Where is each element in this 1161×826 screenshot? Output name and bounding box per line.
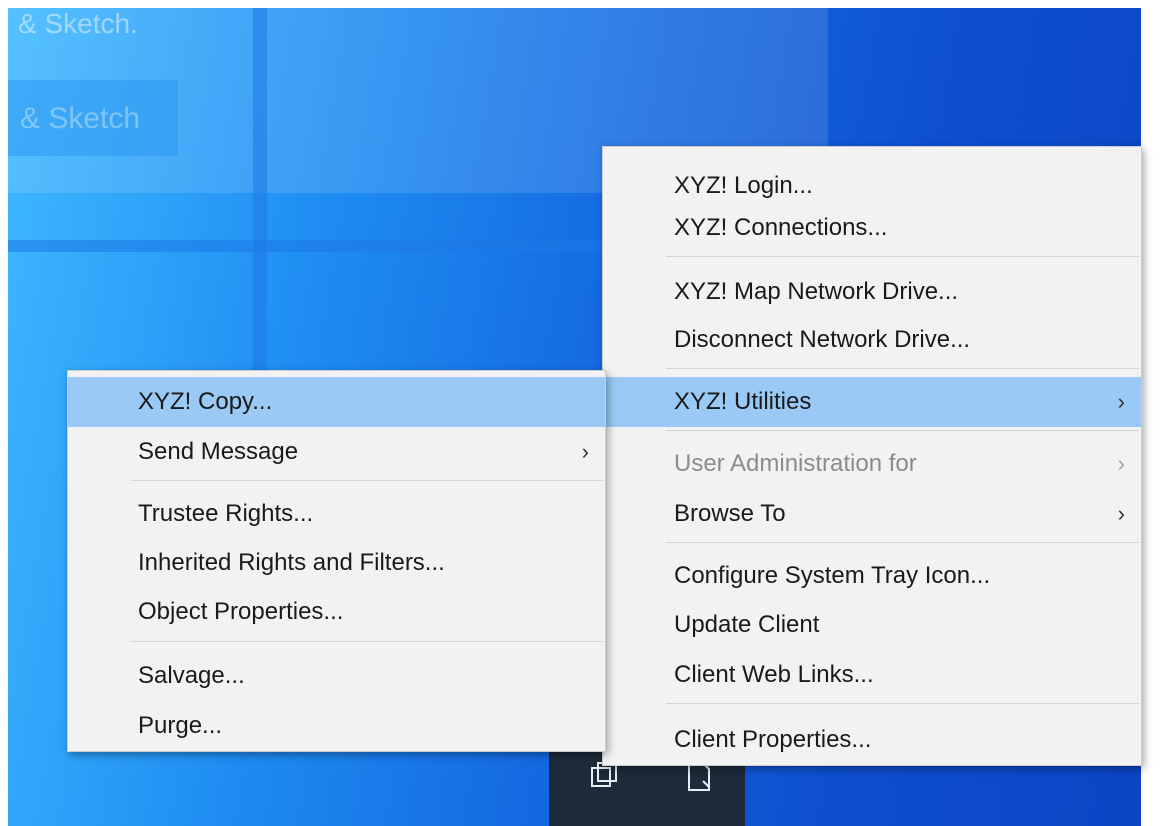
menu-item-label: Purge... — [138, 712, 223, 739]
context-submenu-utilities: XYZ! Copy... Send Message › Trustee Righ… — [67, 370, 606, 752]
menu-item-trustee-rights[interactable]: Trustee Rights... — [68, 489, 605, 539]
menu-item-label: Object Properties... — [138, 598, 344, 625]
menu-item-update-client[interactable]: Update Client — [603, 600, 1141, 650]
menu-item-label: Client Web Links... — [674, 661, 874, 688]
background-text: & Sketch. — [18, 8, 138, 39]
chevron-right-icon: › — [581, 439, 589, 464]
menu-separator — [666, 430, 1139, 431]
chevron-right-icon: › — [1117, 451, 1125, 476]
chevron-right-icon: › — [1117, 501, 1125, 526]
menu-item-label: Salvage... — [138, 662, 245, 689]
menu-separator — [666, 542, 1139, 543]
menu-item-copy[interactable]: XYZ! Copy... — [68, 377, 605, 427]
document-icon[interactable] — [683, 760, 715, 800]
windows-logo-divider-horizontal — [8, 240, 608, 252]
background-tile-label: & Sketch — [20, 102, 141, 135]
menu-item-configure-tray-icon[interactable]: Configure System Tray Icon... — [603, 551, 1141, 601]
menu-item-user-administration[interactable]: User Administration for › — [603, 439, 1141, 489]
context-menu-main: XYZ! Login... XYZ! Connections... XYZ! M… — [602, 146, 1142, 766]
menu-item-disconnect-network-drive[interactable]: Disconnect Network Drive... — [603, 315, 1141, 365]
menu-item-label: User Administration for — [674, 450, 917, 477]
menu-item-inherited-rights[interactable]: Inherited Rights and Filters... — [68, 538, 605, 588]
menu-item-label: XYZ! Map Network Drive... — [674, 278, 959, 305]
menu-item-label: XYZ! Utilities — [674, 388, 812, 415]
windows-logo-divider-vertical — [253, 8, 267, 388]
menu-item-salvage[interactable]: Salvage... — [68, 651, 605, 701]
menu-item-label: XYZ! Copy... — [138, 388, 273, 415]
menu-item-label: Client Properties... — [674, 726, 872, 753]
menu-item-label: Trustee Rights... — [138, 500, 314, 527]
menu-separator — [666, 703, 1139, 704]
menu-item-client-web-links[interactable]: Client Web Links... — [603, 650, 1141, 700]
menu-separator — [131, 641, 603, 642]
menu-item-object-properties[interactable]: Object Properties... — [68, 587, 605, 637]
menu-item-send-message[interactable]: Send Message › — [68, 427, 605, 477]
menu-item-browse-to[interactable]: Browse To › — [603, 489, 1141, 539]
menu-item-label: Inherited Rights and Filters... — [138, 549, 445, 576]
chevron-right-icon: › — [1117, 389, 1125, 414]
menu-item-purge[interactable]: Purge... — [68, 701, 605, 751]
menu-separator — [131, 480, 603, 481]
menu-item-map-network-drive[interactable]: XYZ! Map Network Drive... — [603, 267, 1141, 317]
menu-item-label: Send Message — [138, 438, 299, 465]
menu-item-label: Update Client — [674, 611, 820, 638]
menu-separator — [666, 368, 1139, 369]
menu-item-label: Browse To — [674, 500, 786, 527]
menu-item-connections[interactable]: XYZ! Connections... — [603, 203, 1141, 253]
menu-item-label: Disconnect Network Drive... — [674, 326, 971, 353]
menu-separator — [666, 256, 1139, 257]
menu-item-utilities[interactable]: XYZ! Utilities › — [603, 377, 1141, 427]
menu-item-label: XYZ! Connections... — [674, 214, 888, 241]
menu-item-client-properties[interactable]: Client Properties... — [603, 715, 1141, 765]
menu-item-label: Configure System Tray Icon... — [674, 562, 991, 589]
